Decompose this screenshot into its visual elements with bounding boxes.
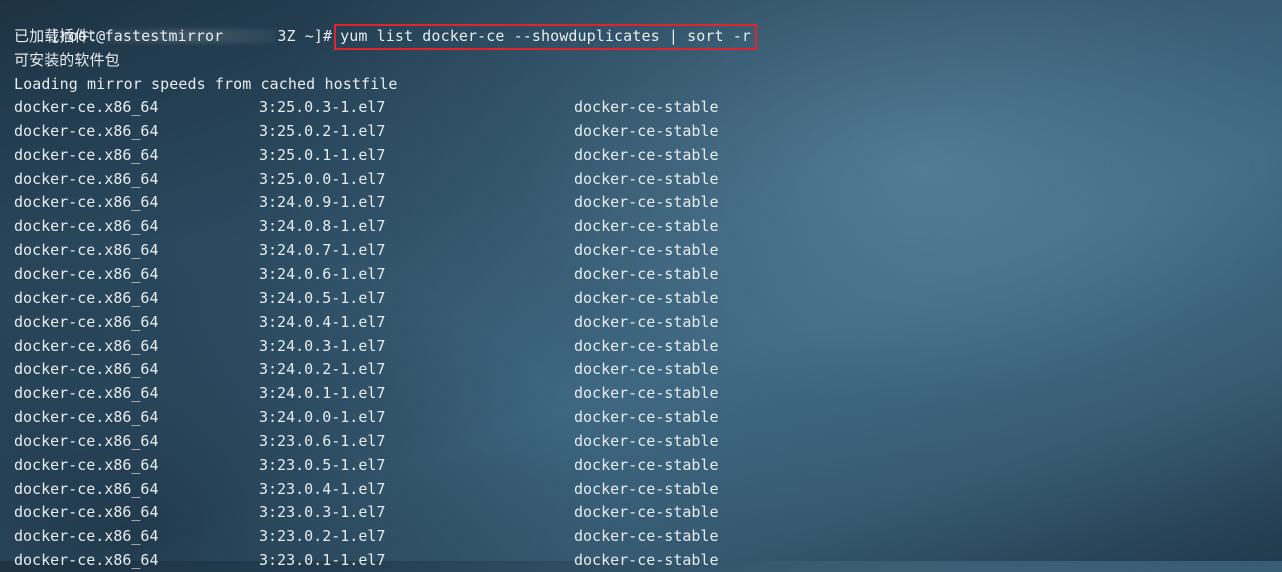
package-version: 3:24.0.9-1.el7 bbox=[259, 193, 386, 212]
package-row: docker-ce.x86_64 3:23.0.6-1.el7 docker-ce-… bbox=[14, 429, 774, 453]
package-repo: docker-ce-stable bbox=[574, 145, 719, 164]
prompt-line: [root@ 3Z ~]# yum list docker-ce --showdup… bbox=[14, 0, 758, 50]
package-row: docker-ce.x86_64 3:23.0.1-1.el7 docker-ce-… bbox=[14, 548, 774, 572]
package-version: 3:23.0.3-1.el7 bbox=[259, 503, 386, 522]
package-version: 3:24.0.2-1.el7 bbox=[259, 360, 386, 379]
package-repo: docker-ce-stable bbox=[574, 217, 719, 236]
package-name: docker-ce.x86_64 bbox=[14, 336, 159, 355]
package-version: 3:24.0.8-1.el7 bbox=[259, 217, 386, 236]
package-name: docker-ce.x86_64 bbox=[14, 193, 159, 212]
package-repo: docker-ce-stable bbox=[574, 264, 719, 283]
package-version: 3:23.0.5-1.el7 bbox=[259, 455, 386, 474]
package-version: 3:24.0.7-1.el7 bbox=[259, 241, 386, 260]
package-repo: docker-ce-stable bbox=[574, 336, 719, 355]
package-repo: docker-ce-stable bbox=[574, 169, 719, 188]
package-name: docker-ce.x86_64 bbox=[14, 384, 159, 403]
package-version: 3:23.0.1-1.el7 bbox=[259, 551, 386, 570]
package-version: 3:24.0.4-1.el7 bbox=[259, 312, 386, 331]
package-name: docker-ce.x86_64 bbox=[14, 241, 159, 260]
package-repo: docker-ce-stable bbox=[574, 479, 719, 498]
package-row: docker-ce.x86_64 3:23.0.5-1.el7 docker-ce-… bbox=[14, 453, 774, 477]
terminal-window[interactable]: [root@ 3Z ~]# yum list docker-ce --showdup… bbox=[0, 0, 1282, 569]
package-row: docker-ce.x86_64 3:23.0.4-1.el7 docker-ce-… bbox=[14, 477, 774, 501]
package-row: docker-ce.x86_64 3:25.0.2-1.el7 docker-ce-… bbox=[14, 119, 774, 143]
package-repo: docker-ce-stable bbox=[574, 241, 719, 260]
package-version: 3:25.0.1-1.el7 bbox=[259, 145, 386, 164]
output-line-plugins: 已加载插件：fastestmirror bbox=[14, 27, 224, 45]
package-repo: docker-ce-stable bbox=[574, 408, 719, 427]
prompt-suffix: 3Z ~]# bbox=[277, 27, 333, 45]
package-version: 3:23.0.4-1.el7 bbox=[259, 479, 386, 498]
package-row: docker-ce.x86_64 3:24.0.4-1.el7 docker-ce-… bbox=[14, 310, 774, 334]
output-line-available: 可安装的软件包 bbox=[14, 51, 120, 69]
package-repo: docker-ce-stable bbox=[574, 431, 719, 450]
package-name: docker-ce.x86_64 bbox=[14, 288, 159, 307]
package-name: docker-ce.x86_64 bbox=[14, 431, 159, 450]
package-row: docker-ce.x86_64 3:24.0.1-1.el7 docker-ce-… bbox=[14, 381, 774, 405]
package-name: docker-ce.x86_64 bbox=[14, 121, 159, 140]
package-name: docker-ce.x86_64 bbox=[14, 455, 159, 474]
package-name: docker-ce.x86_64 bbox=[14, 360, 159, 379]
package-name: docker-ce.x86_64 bbox=[14, 479, 159, 498]
package-repo: docker-ce-stable bbox=[574, 384, 719, 403]
package-repo: docker-ce-stable bbox=[574, 527, 719, 546]
package-repo: docker-ce-stable bbox=[574, 98, 719, 116]
package-name: docker-ce.x86_64 bbox=[14, 408, 159, 427]
highlighted-command: yum list docker-ce --showduplicates | so… bbox=[334, 24, 758, 50]
package-repo: docker-ce-stable bbox=[574, 288, 719, 307]
package-row: docker-ce.x86_64 3:25.0.1-1.el7 docker-ce-… bbox=[14, 143, 774, 167]
package-version: 3:24.0.1-1.el7 bbox=[259, 384, 386, 403]
output-line-mirror: Loading mirror speeds from cached hostfi… bbox=[14, 75, 398, 93]
package-version: 3:23.0.2-1.el7 bbox=[259, 527, 386, 546]
package-name: docker-ce.x86_64 bbox=[14, 169, 159, 188]
package-name: docker-ce.x86_64 bbox=[14, 98, 159, 116]
package-repo: docker-ce-stable bbox=[574, 360, 719, 379]
package-name: docker-ce.x86_64 bbox=[14, 551, 159, 570]
package-row: docker-ce.x86_64 3:25.0.3-1.el7 docker-ce-… bbox=[14, 95, 774, 119]
package-name: docker-ce.x86_64 bbox=[14, 527, 159, 546]
package-repo: docker-ce-stable bbox=[574, 193, 719, 212]
package-name: docker-ce.x86_64 bbox=[14, 503, 159, 522]
package-repo: docker-ce-stable bbox=[574, 455, 719, 474]
package-row: docker-ce.x86_64 3:24.0.0-1.el7 docker-ce-… bbox=[14, 405, 774, 429]
package-name: docker-ce.x86_64 bbox=[14, 264, 159, 283]
package-version: 3:25.0.0-1.el7 bbox=[259, 169, 386, 188]
package-version: 3:25.0.3-1.el7 bbox=[259, 98, 386, 116]
package-row: docker-ce.x86_64 3:24.0.9-1.el7 docker-ce-… bbox=[14, 190, 774, 214]
package-repo: docker-ce-stable bbox=[574, 503, 719, 522]
package-repo: docker-ce-stable bbox=[574, 312, 719, 331]
package-row: docker-ce.x86_64 3:25.0.0-1.el7 docker-ce-… bbox=[14, 167, 774, 191]
package-row: docker-ce.x86_64 3:24.0.2-1.el7 docker-ce-… bbox=[14, 357, 774, 381]
package-version: 3:24.0.0-1.el7 bbox=[259, 408, 386, 427]
package-version: 3:25.0.2-1.el7 bbox=[259, 121, 386, 140]
package-repo: docker-ce-stable bbox=[574, 551, 719, 570]
package-row: docker-ce.x86_64 3:24.0.6-1.el7 docker-ce-… bbox=[14, 262, 774, 286]
package-name: docker-ce.x86_64 bbox=[14, 145, 159, 164]
package-row: docker-ce.x86_64 3:23.0.2-1.el7 docker-ce-… bbox=[14, 524, 774, 548]
package-name: docker-ce.x86_64 bbox=[14, 312, 159, 331]
package-row: docker-ce.x86_64 3:24.0.7-1.el7 docker-ce-… bbox=[14, 238, 774, 262]
package-name: docker-ce.x86_64 bbox=[14, 217, 159, 236]
package-version: 3:23.0.6-1.el7 bbox=[259, 431, 386, 450]
package-version: 3:24.0.3-1.el7 bbox=[259, 336, 386, 355]
package-repo: docker-ce-stable bbox=[574, 121, 719, 140]
package-version: 3:24.0.5-1.el7 bbox=[259, 288, 386, 307]
package-row: docker-ce.x86_64 3:24.0.8-1.el7 docker-ce-… bbox=[14, 214, 774, 238]
package-version: 3:24.0.6-1.el7 bbox=[259, 264, 386, 283]
package-row: docker-ce.x86_64 3:24.0.5-1.el7 docker-ce-… bbox=[14, 286, 774, 310]
package-row: docker-ce.x86_64 3:24.0.3-1.el7 docker-ce-… bbox=[14, 334, 774, 358]
package-row: docker-ce.x86_64 3:23.0.3-1.el7 docker-ce-… bbox=[14, 500, 774, 524]
